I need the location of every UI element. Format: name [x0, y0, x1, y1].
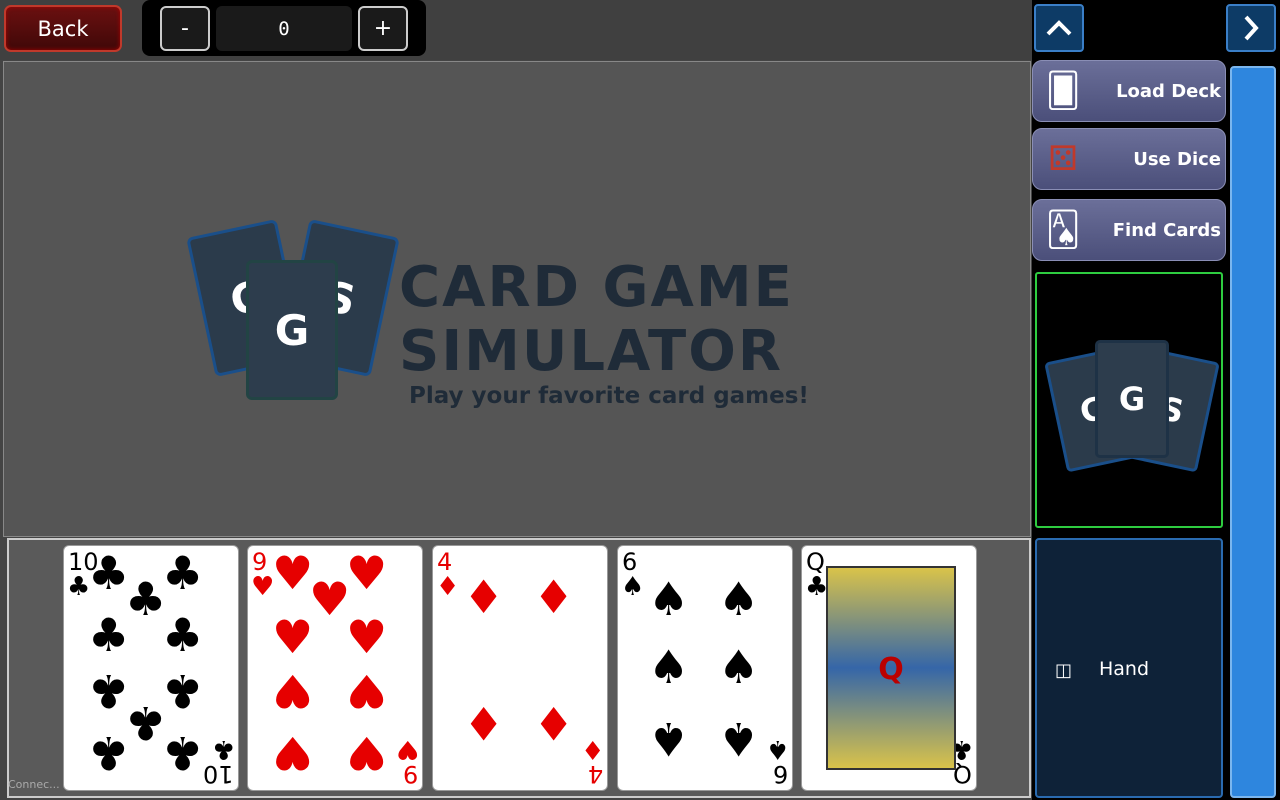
- card-rank: 10: [203, 760, 234, 788]
- card-pip: ♣: [88, 664, 130, 718]
- card-suit: ♣: [67, 572, 91, 602]
- card-suit: ♠: [765, 734, 789, 764]
- queen-face-art: Q: [826, 566, 956, 770]
- card-pip: ♥: [272, 726, 314, 780]
- playing-card[interactable]: Q ♣ Q ♣ Q: [801, 545, 977, 791]
- deck-icon: 🂠: [1045, 71, 1081, 111]
- card-rank: 9: [252, 548, 268, 576]
- card-pip: ♣: [88, 546, 130, 600]
- hand-stack-icon: ◫: [1055, 660, 1073, 681]
- hand-zone[interactable]: ◫ Hand: [1035, 538, 1223, 798]
- cards-icon: 🂡: [1045, 210, 1081, 250]
- card-pip: ♥: [309, 572, 351, 626]
- game-screen: Back - 0 + C S G CARD GAME SIMULATOR Pla…: [0, 0, 1280, 800]
- queen-face-symbol: Q: [878, 652, 904, 687]
- card-pip: ♦: [463, 570, 505, 624]
- increment-button[interactable]: +: [358, 6, 408, 51]
- chevron-right-icon[interactable]: [1226, 4, 1276, 52]
- card-pip: ♥: [272, 664, 314, 718]
- card-pip: ♥: [346, 610, 388, 664]
- dice-icon: ⚄: [1048, 139, 1078, 179]
- card-pip: ♣: [125, 572, 167, 626]
- card-pip: ♣: [125, 696, 167, 750]
- decrement-button[interactable]: -: [160, 6, 210, 51]
- logo-title-line1: CARD GAME: [399, 255, 794, 320]
- card-pip: ♦: [463, 696, 505, 750]
- card-pip: ♥: [346, 664, 388, 718]
- panel-scrollbar[interactable]: [1230, 66, 1276, 798]
- card-rank: 9: [402, 760, 418, 788]
- right-panel: 🂠 Load Deck ⚄ Use Dice 🂡 Find Cards C S …: [1032, 0, 1280, 800]
- card-pip: ♥: [346, 726, 388, 780]
- find-cards-button[interactable]: 🂡 Find Cards: [1032, 199, 1226, 261]
- card-rank: 4: [437, 548, 453, 576]
- card-rank: 6: [772, 760, 788, 788]
- card-pip: ♥: [346, 546, 388, 600]
- playing-card[interactable]: 10 ♣ 10 ♣ ♣ ♣ ♣ ♣ ♣ ♣ ♣ ♣ ♣ ♣: [63, 545, 239, 791]
- back-button[interactable]: Back: [4, 5, 122, 52]
- card-pip: ♦: [533, 570, 575, 624]
- card-pip: ♠: [648, 640, 690, 694]
- card-pip: ♣: [162, 608, 204, 662]
- card-pip: ♣: [162, 726, 204, 780]
- top-bar: Back - 0 +: [0, 0, 1032, 60]
- card-pip: ♣: [88, 608, 130, 662]
- logo-title-line2: SIMULATOR: [399, 319, 783, 384]
- card-pip: ♠: [648, 572, 690, 626]
- preview-logo: C S G: [1044, 340, 1220, 473]
- card-pip: ♣: [88, 726, 130, 780]
- card-pip: ♦: [533, 696, 575, 750]
- card-pip: ♣: [162, 546, 204, 600]
- card-pip: ♥: [272, 610, 314, 664]
- card-pip: ♠: [718, 640, 760, 694]
- card-suit: ♣: [211, 734, 235, 764]
- card-suit: ♥: [395, 734, 419, 764]
- card-suit: ♥: [251, 572, 275, 602]
- playing-card[interactable]: 9 ♥ 9 ♥ ♥ ♥ ♥ ♥ ♥ ♥ ♥ ♥ ♥: [247, 545, 423, 791]
- card-pip: ♥: [272, 546, 314, 600]
- card-pip: ♠: [718, 712, 760, 766]
- card-suit: ♣: [805, 572, 829, 602]
- hand-zone-label: Hand: [1099, 658, 1150, 680]
- card-pip: ♠: [718, 572, 760, 626]
- preview-card-g: G: [1095, 340, 1169, 458]
- playing-card[interactable]: 6 ♠ 6 ♠ ♠ ♠ ♠ ♠ ♠ ♠: [617, 545, 793, 791]
- card-rank: Q: [806, 548, 825, 576]
- play-area[interactable]: C S G CARD GAME SIMULATOR Play your favo…: [3, 61, 1031, 537]
- cgs-logo: C S G CARD GAME SIMULATOR Play your favo…: [186, 197, 874, 417]
- card-pip: ♣: [162, 664, 204, 718]
- card-suit: ♦: [436, 572, 460, 602]
- counter-value[interactable]: 0: [216, 6, 352, 51]
- status-text: Connec...: [8, 778, 60, 791]
- card-suit: ♦: [580, 734, 604, 764]
- counter-widget: - 0 +: [142, 0, 426, 56]
- playing-card[interactable]: 4 ♦ 4 ♦ ♦ ♦ ♦ ♦: [432, 545, 608, 791]
- card-rank: 6: [622, 548, 638, 576]
- logo-card-g: G: [246, 260, 338, 400]
- card-rank: 4: [587, 760, 603, 788]
- card-suit: ♠: [621, 572, 645, 602]
- card-pip: ♠: [648, 712, 690, 766]
- hand-area[interactable]: 10 ♣ 10 ♣ ♣ ♣ ♣ ♣ ♣ ♣ ♣ ♣ ♣ ♣ 9 ♥ 9 ♥ ♥ ♥ ♥ ♥ ♥ ♥ ♥ ♥ ♥ 4 ♦ 4 ♦ ♦ ♦ ♦ ♦ 6 ♠ 6…: [7, 538, 1031, 798]
- use-dice-button[interactable]: ⚄ Use Dice: [1032, 128, 1226, 190]
- chevron-up-icon[interactable]: [1034, 4, 1084, 52]
- load-deck-button[interactable]: 🂠 Load Deck: [1032, 60, 1226, 122]
- logo-cards: C S G: [186, 197, 400, 400]
- logo-tagline: Play your favorite card games!: [409, 383, 809, 409]
- card-preview: C S G: [1035, 272, 1223, 528]
